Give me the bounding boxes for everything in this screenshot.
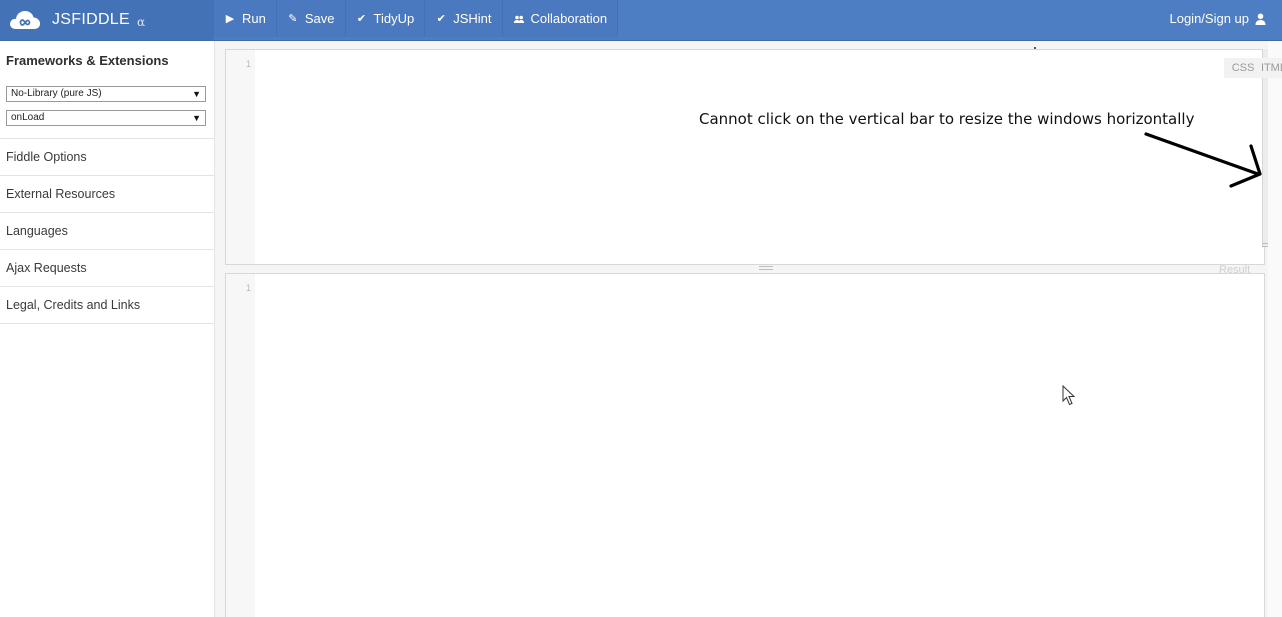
login-label: Login/Sign up bbox=[1169, 11, 1249, 26]
users-icon bbox=[513, 15, 524, 23]
brand-tag: α bbox=[136, 15, 146, 29]
grip-line bbox=[759, 266, 773, 267]
js-editor-pane[interactable]: 1 bbox=[225, 273, 1265, 617]
cloud-logo-icon bbox=[10, 11, 41, 29]
sidebar-sections: Fiddle Options External Resources Langua… bbox=[0, 138, 214, 324]
tab-html[interactable]: HTML bbox=[1262, 58, 1282, 78]
tidyup-button[interactable]: ✔ TidyUp bbox=[345, 0, 426, 37]
annotation-arrow-icon bbox=[1144, 132, 1262, 188]
framework-select-value: No-Library (pure JS) bbox=[11, 88, 102, 99]
brand[interactable]: JSFIDDLE α bbox=[0, 0, 214, 40]
pencil-icon: ✎ bbox=[288, 12, 298, 25]
framework-select[interactable]: No-Library (pure JS) ▼ bbox=[6, 86, 206, 102]
tab-css[interactable]: CSS bbox=[1224, 58, 1262, 78]
annotation-text: Cannot click on the vertical bar to resi… bbox=[699, 110, 1195, 128]
frameworks-heading: Frameworks & Extensions bbox=[6, 53, 169, 68]
line-gutter: 1 bbox=[226, 274, 255, 617]
load-type-select-value: onLoad bbox=[11, 112, 45, 123]
line-gutter: 1 bbox=[226, 50, 255, 264]
toolbar: ▶ Run ✎ Save ✔ TidyUp ✔ JSHint Collabora… bbox=[214, 0, 619, 40]
result-pane-edge bbox=[1268, 41, 1282, 617]
load-type-select[interactable]: onLoad ▼ bbox=[6, 110, 206, 126]
grip-line bbox=[759, 269, 773, 270]
mouse-pointer-icon bbox=[1062, 385, 1076, 406]
sidebar: Frameworks & Extensions No-Library (pure… bbox=[0, 41, 215, 617]
line-number: 1 bbox=[245, 283, 251, 293]
jshint-button[interactable]: ✔ JSHint bbox=[425, 0, 503, 37]
horizontal-resize-grip[interactable] bbox=[759, 266, 773, 271]
collaboration-label: Collaboration bbox=[530, 11, 608, 26]
top-bar: JSFIDDLE α ▶ Run ✎ Save ✔ TidyUp ✔ JSHin… bbox=[0, 0, 1282, 41]
stray-mark bbox=[1034, 47, 1036, 49]
login-signup-link[interactable]: Login/Sign up bbox=[1169, 0, 1266, 37]
line-number: 1 bbox=[245, 59, 251, 69]
save-label: Save bbox=[304, 11, 335, 26]
vertical-grip-icon[interactable] bbox=[1262, 242, 1268, 250]
check-icon: ✔ bbox=[356, 12, 367, 25]
sidebar-item-languages[interactable]: Languages bbox=[0, 212, 214, 249]
sidebar-item-legal-credits[interactable]: Legal, Credits and Links bbox=[0, 286, 214, 324]
play-icon: ▶ bbox=[225, 12, 235, 25]
run-label: Run bbox=[242, 11, 266, 26]
dropdown-arrow-icon: ▼ bbox=[192, 113, 201, 123]
jshint-label: JSHint bbox=[453, 11, 492, 26]
sidebar-item-external-resources[interactable]: External Resources bbox=[0, 175, 214, 212]
dropdown-arrow-icon: ▼ bbox=[192, 89, 201, 99]
sidebar-item-ajax-requests[interactable]: Ajax Requests bbox=[0, 249, 214, 286]
collaboration-button[interactable]: Collaboration bbox=[502, 0, 619, 37]
save-button[interactable]: ✎ Save bbox=[276, 0, 346, 37]
check-icon: ✔ bbox=[436, 12, 446, 25]
sidebar-item-fiddle-options[interactable]: Fiddle Options bbox=[0, 138, 214, 175]
tidyup-label: TidyUp bbox=[373, 11, 415, 26]
user-icon bbox=[1255, 13, 1266, 25]
app-window: JSFIDDLE α ▶ Run ✎ Save ✔ TidyUp ✔ JSHin… bbox=[0, 0, 1282, 617]
tab-result[interactable]: Result bbox=[1219, 264, 1250, 276]
run-button[interactable]: ▶ Run bbox=[214, 0, 277, 37]
brand-name: JSFIDDLE bbox=[52, 11, 130, 28]
html-editor-pane[interactable]: 1 bbox=[225, 49, 1265, 265]
